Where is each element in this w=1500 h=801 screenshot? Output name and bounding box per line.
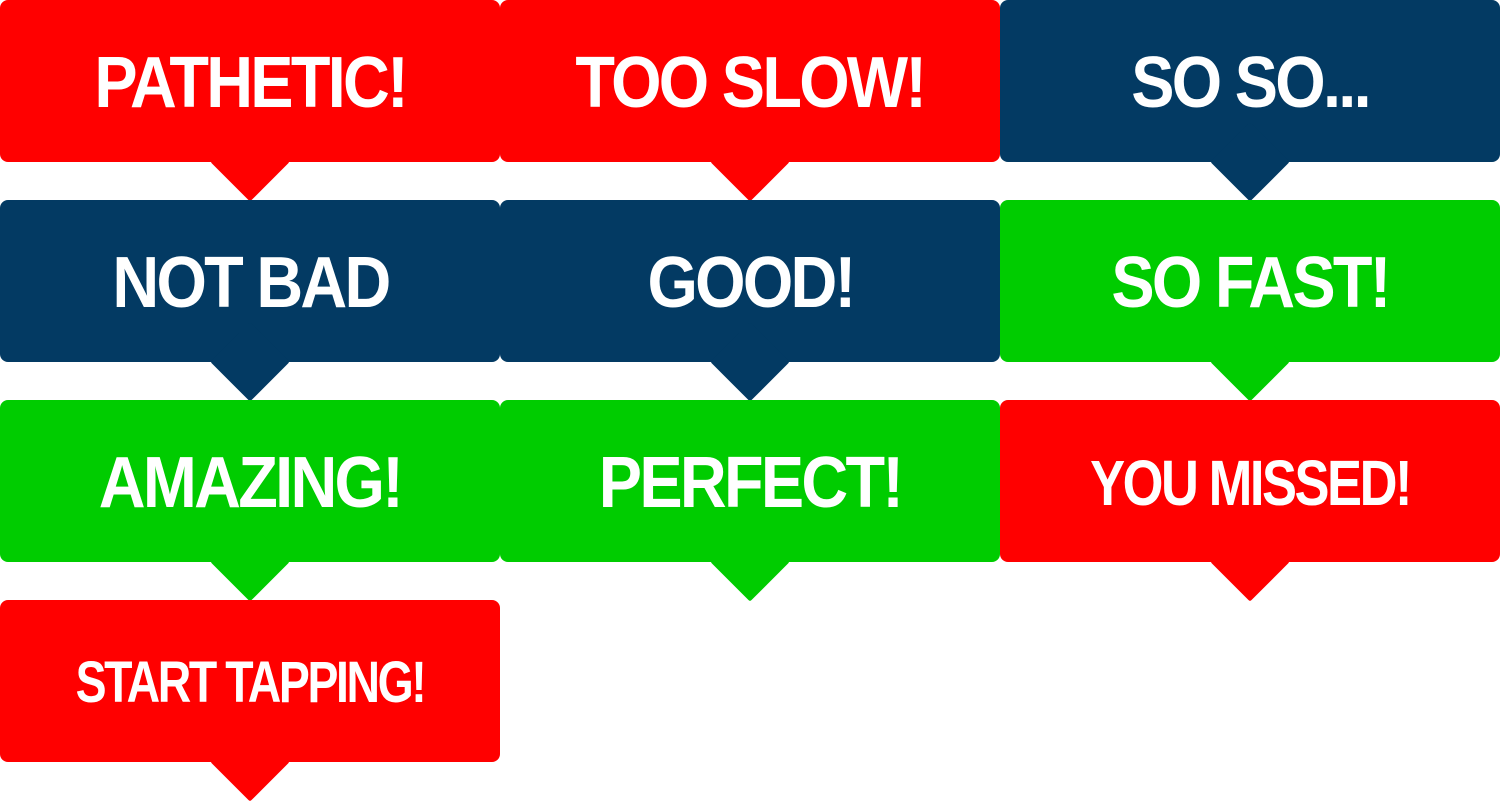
bubble-label: TOO SLOW! [575,43,928,123]
speech-tail-icon [211,123,289,201]
speech-tail-icon [711,123,789,201]
bubble-amazing: AMAZING! [0,400,500,600]
bubble-label: YOU MISSED! [1090,447,1412,519]
speech-tail-icon [1211,123,1289,201]
bubble-so-fast: SO FAST! [1000,200,1500,400]
bubble-not-bad: NOT BAD [0,200,500,400]
speech-tail-icon [1211,523,1289,601]
bubble-perfect: PERFECT! [500,400,1000,600]
speech-tail-icon [211,723,289,801]
bubble-good: GOOD! [500,200,1000,400]
bubble-you-missed: YOU MISSED! [1000,400,1500,600]
feedback-bubbles-sheet: PATHETIC! TOO SLOW! SO SO... NOT BAD GOO… [0,0,1500,800]
bubble-label: PERFECT! [598,443,904,523]
speech-tail-icon [1211,323,1289,401]
bubble-label: START TAPPING! [75,650,427,715]
speech-tail-icon [711,523,789,601]
bubble-label: SO SO... [1131,43,1371,123]
bubble-too-slow: TOO SLOW! [500,0,1000,200]
bubble-label: SO FAST! [1111,243,1391,323]
speech-tail-icon [211,323,289,401]
bubble-so-so: SO SO... [1000,0,1500,200]
bubble-label: AMAZING! [98,443,404,523]
bubble-pathetic: PATHETIC! [0,0,500,200]
speech-tail-icon [711,323,789,401]
bubble-label: PATHETIC! [94,43,408,123]
bubble-label: GOOD! [646,243,856,323]
bubble-label: NOT BAD [111,243,391,323]
speech-tail-icon [211,523,289,601]
bubble-start-tapping: START TAPPING! [0,600,500,800]
